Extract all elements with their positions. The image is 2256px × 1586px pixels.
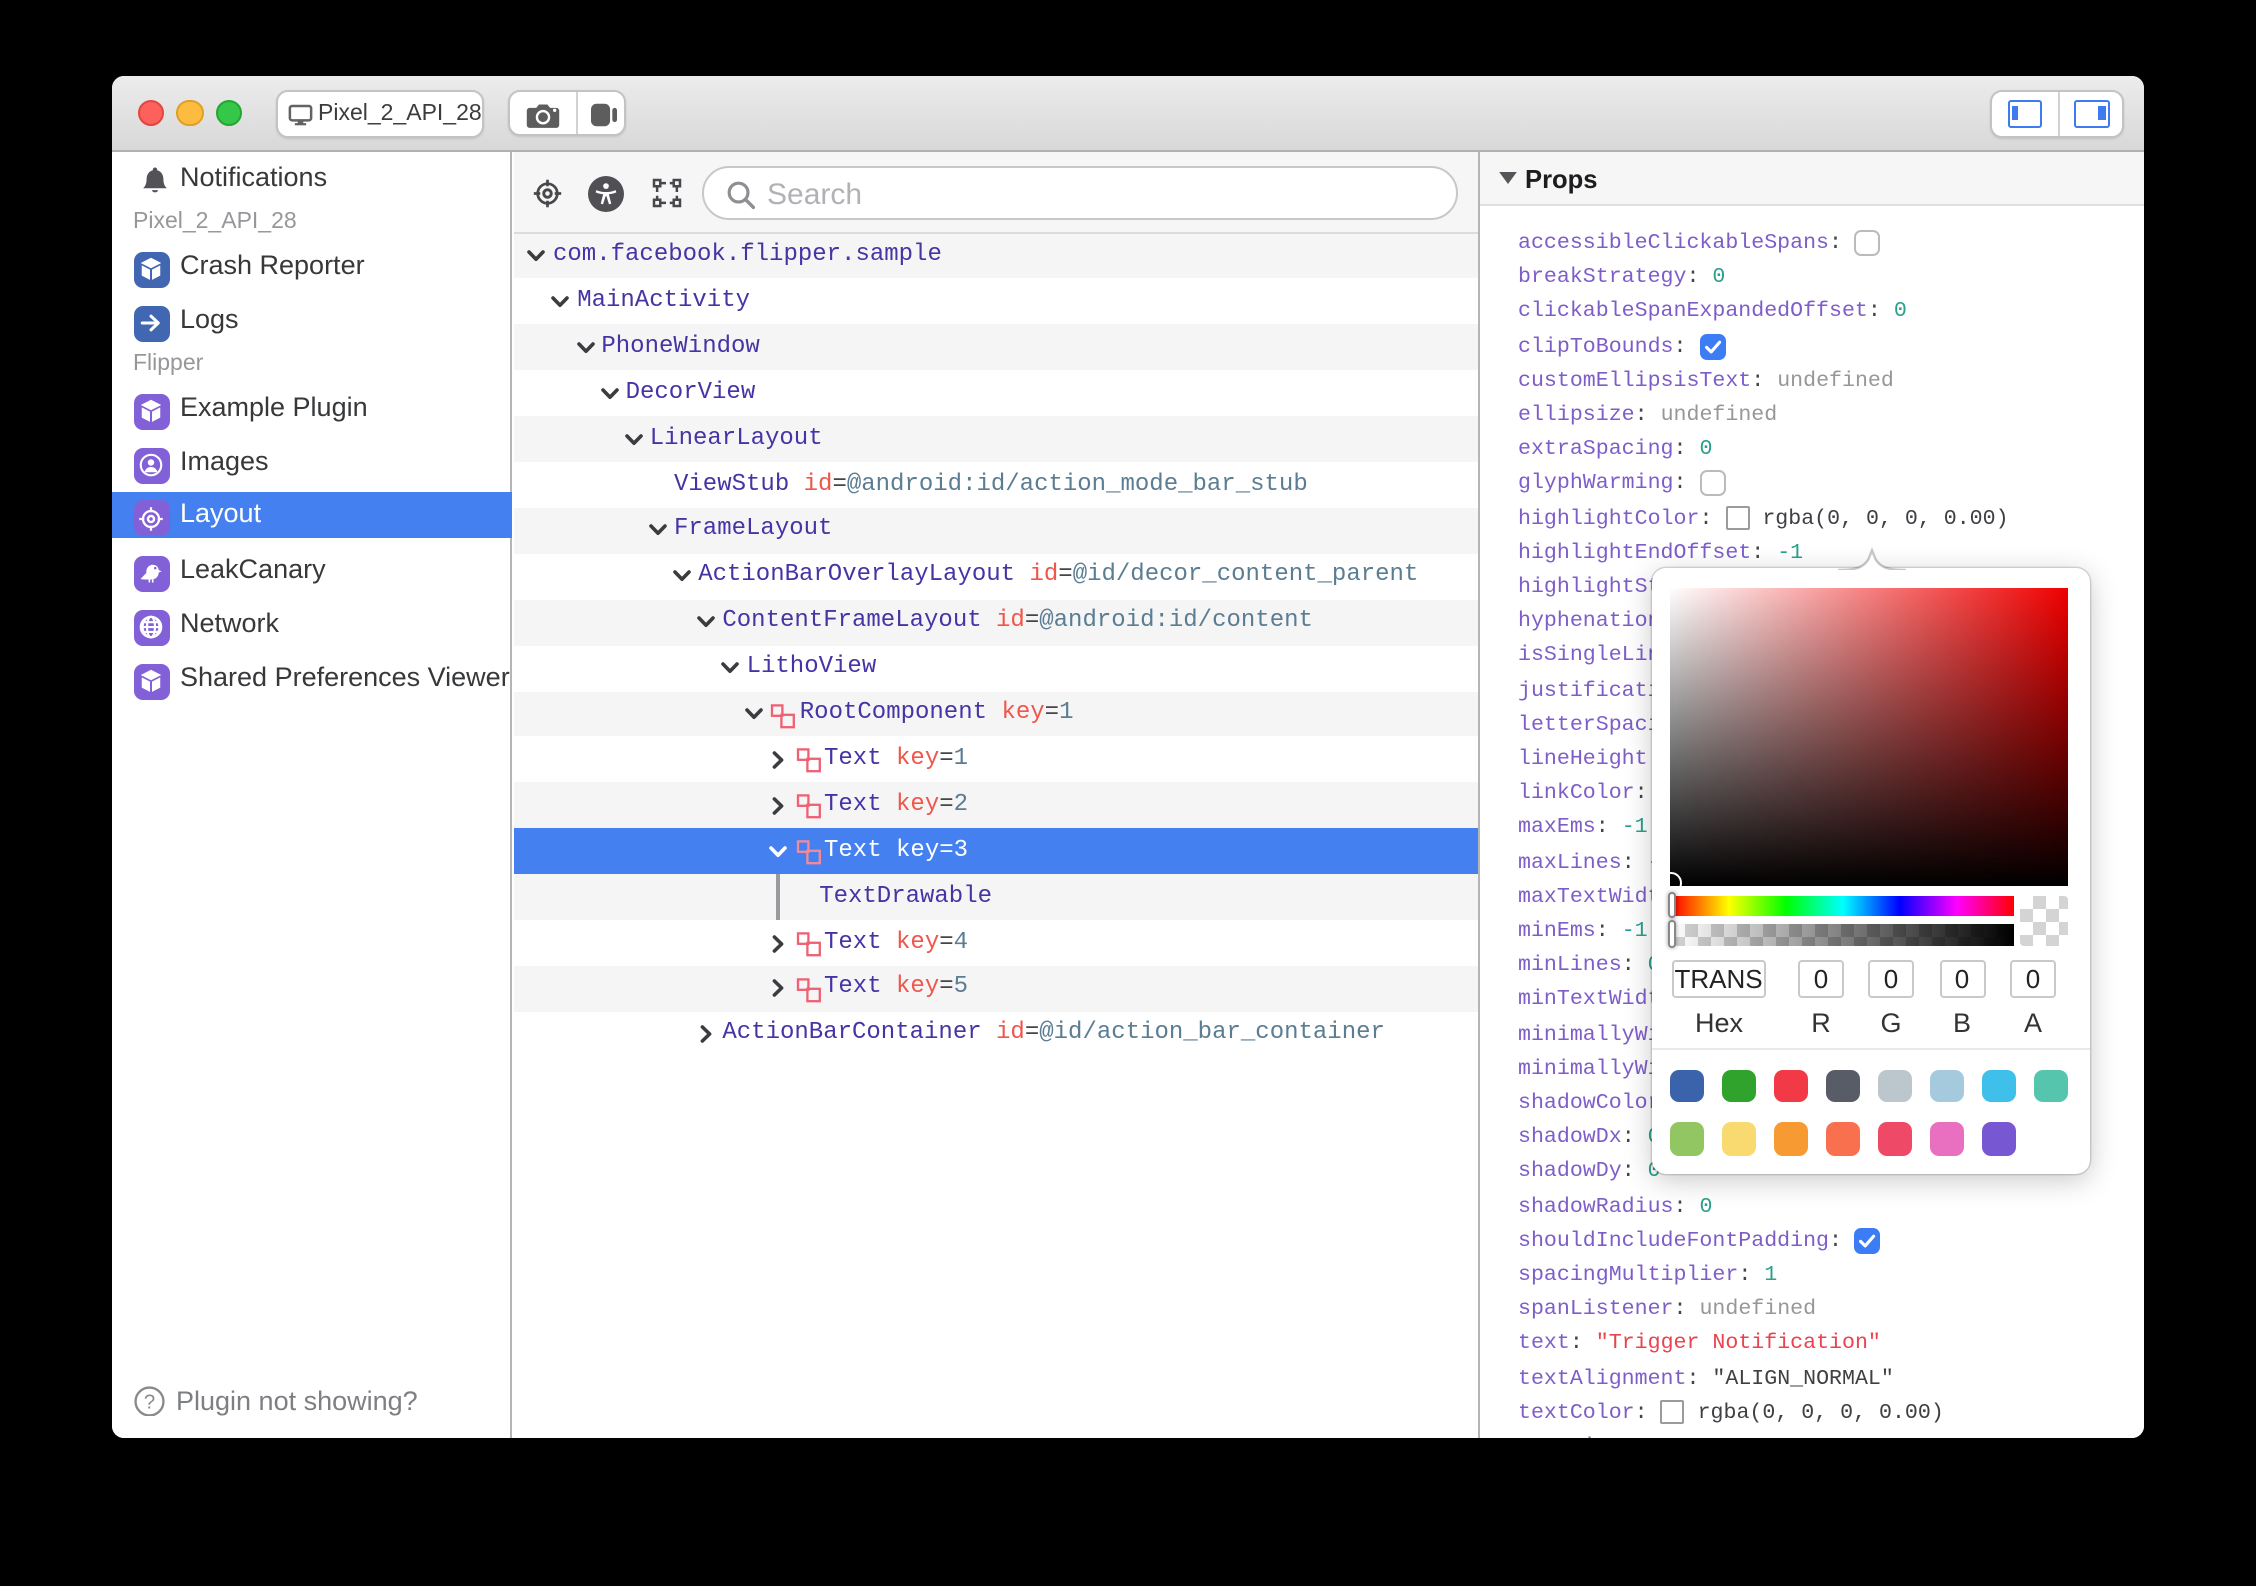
svg-text:?: ?	[144, 1390, 155, 1412]
